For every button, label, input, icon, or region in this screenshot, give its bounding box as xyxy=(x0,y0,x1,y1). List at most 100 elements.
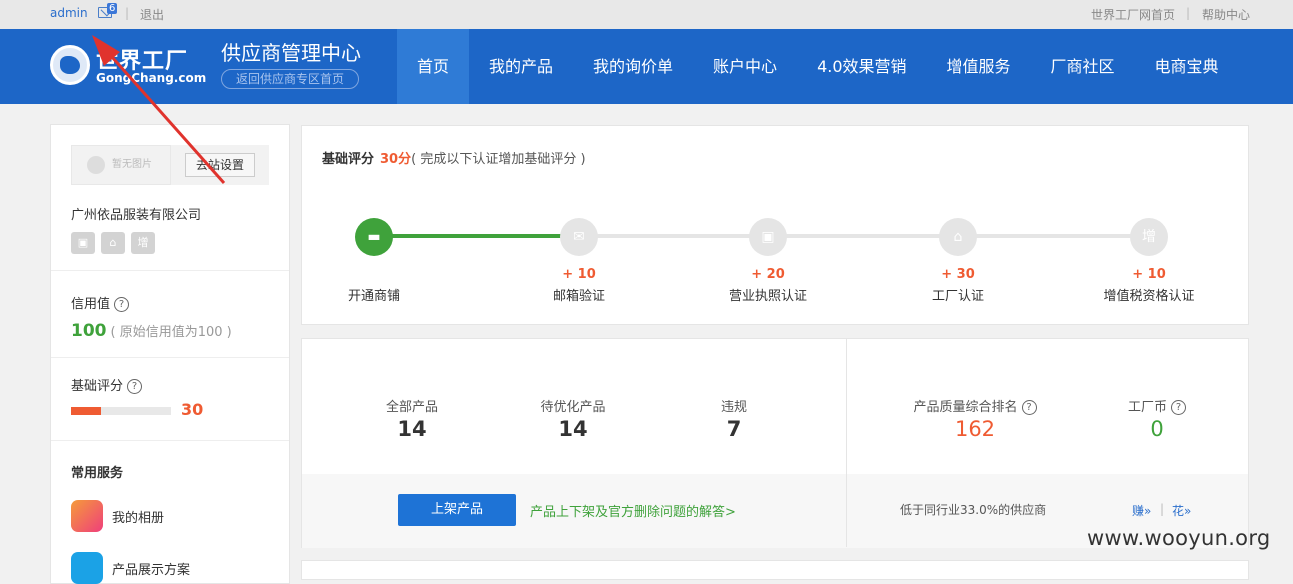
product-faq-link[interactable]: 产品上下架及官方删除问题的解答> xyxy=(530,501,736,520)
basic-score-value: 30分 xyxy=(380,152,412,167)
factory-icon: ⌂ xyxy=(939,218,977,256)
license-icon: ▣ xyxy=(749,218,787,256)
nav-item[interactable]: 电商宝典 xyxy=(1135,29,1239,104)
nav-item[interactable]: 首页 xyxy=(397,29,470,104)
coin-label: 工厂币 xyxy=(1127,400,1167,415)
rank-value: 162 xyxy=(954,417,996,441)
score-label: 基础评分 xyxy=(71,379,124,394)
step-business-license[interactable]: ▣ + 20 营业执照认证 xyxy=(698,218,838,304)
basic-score-note: ( 完成以下认证增加基础评分 ) xyxy=(411,152,586,167)
nav-item[interactable]: 增值服务 xyxy=(927,29,1031,104)
photo-album-icon xyxy=(71,500,103,532)
services-title: 常用服务 xyxy=(71,466,124,481)
divider xyxy=(846,339,847,547)
step-email-verify[interactable]: ✉ + 10 邮箱验证 xyxy=(509,218,649,304)
factory-icon[interactable]: ⌂ xyxy=(101,232,125,254)
nav-item[interactable]: 厂商社区 xyxy=(1031,29,1135,104)
mail-icon: ✉ xyxy=(560,218,598,256)
stat-value: 7 xyxy=(726,417,742,441)
help-question-icon[interactable]: ? xyxy=(1171,400,1186,415)
score-progress-bar xyxy=(71,407,171,415)
nav-item[interactable]: 4.0效果营销 xyxy=(797,29,926,104)
step-points xyxy=(304,267,444,285)
main-nav: 首页 我的产品 我的询价单 账户中心 4.0效果营销 增值服务 厂商社区 电商宝典 xyxy=(397,29,1239,104)
site-settings-button[interactable]: 去站设置 xyxy=(185,153,255,177)
service-item-album[interactable]: 我的相册 xyxy=(71,500,164,532)
main-header: 世界工厂 GongChang.com 供应商管理中心 返回供应商专区首页 首页我… xyxy=(0,29,1293,104)
nav-item[interactable]: 我的产品 xyxy=(469,29,573,104)
step-factory-cert[interactable]: ⌂ + 30 工厂认证 xyxy=(888,218,1028,304)
basic-score-panel: 基础评分 30分( 完成以下认证增加基础评分 ) ▬ 开通商铺 ✉ + 10 邮箱… xyxy=(301,125,1249,325)
site-home-link[interactable]: 世界工厂网首页 xyxy=(1091,6,1175,23)
step-open-shop[interactable]: ▬ 开通商铺 xyxy=(304,218,444,304)
step-points: + 20 xyxy=(751,267,785,282)
credit-value-row: 100( 原始信用值为100 ) xyxy=(71,321,232,341)
separator: | xyxy=(1186,6,1191,20)
username-link[interactable]: admin xyxy=(50,6,88,20)
stat-quality-rank: 产品质量综合排名? 162 xyxy=(885,396,1065,441)
step-points: + 10 xyxy=(1132,267,1166,282)
logout-link[interactable]: 退出 xyxy=(140,6,164,23)
stat-label: 违规 xyxy=(720,400,747,415)
stat-label: 待优化产品 xyxy=(540,400,606,415)
watermark-text: www.wooyun.org xyxy=(1087,526,1271,550)
back-to-supplier-home-link[interactable]: 返回供应商专区首页 xyxy=(221,69,360,89)
certification-icons: ▣ ⌂ 增 xyxy=(71,232,155,254)
mail-count-badge[interactable]: 6 xyxy=(107,3,118,14)
separator: | xyxy=(1160,502,1165,516)
vat-icon[interactable]: 增 xyxy=(131,232,155,254)
score-label-row: 基础评分? xyxy=(71,375,143,394)
company-name: 广州依品服装有限公司 xyxy=(71,208,202,223)
top-bar: admin 6 | 退出 世界工厂网首页 | 帮助中心 xyxy=(0,0,1293,29)
divider xyxy=(51,440,289,441)
step-vat-cert[interactable]: 增 + 10 增值税资格认证 xyxy=(1079,218,1219,304)
credit-value: 100 xyxy=(71,321,107,341)
supplier-center-title-block: 供应商管理中心 返回供应商专区首页 xyxy=(221,40,361,89)
no-image-icon xyxy=(87,156,105,174)
stat-value: 14 xyxy=(397,417,427,441)
coin-value: 0 xyxy=(1150,417,1164,441)
list-product-button[interactable]: 上架产品 xyxy=(398,494,516,526)
stat-pending-optimization[interactable]: 待优化产品 14 xyxy=(503,396,643,441)
stat-label: 全部产品 xyxy=(385,400,438,415)
credit-note: ( 原始信用值为100 ) xyxy=(110,325,232,340)
site-logo[interactable]: 世界工厂 GongChang.com xyxy=(50,43,210,89)
credit-label: 信用值 xyxy=(71,297,111,312)
no-image-text: 暂无图片 xyxy=(112,159,152,170)
score-value: 30 xyxy=(181,400,204,419)
step-label: 工厂认证 xyxy=(931,289,984,304)
service-label: 我的相册 xyxy=(112,510,165,526)
logo-text-en: GongChang.com xyxy=(96,71,207,85)
basic-score-heading: 基础评分 30分( 完成以下认证增加基础评分 ) xyxy=(322,148,586,167)
earn-coins-link[interactable]: 赚» xyxy=(1132,502,1151,519)
help-question-icon[interactable]: ? xyxy=(1021,400,1037,415)
account-sidebar: 暂无图片 去站设置 广州依品服装有限公司 ▣ ⌂ 增 信用值? 100( 原始信… xyxy=(50,124,290,584)
step-points: + 30 xyxy=(941,267,975,282)
help-center-link[interactable]: 帮助中心 xyxy=(1202,6,1250,23)
rank-note: 低于同行业33.0%的供应商 xyxy=(900,503,1047,517)
stat-factory-coins: 工厂币? 0 xyxy=(1087,396,1227,441)
rank-label: 产品质量综合排名 xyxy=(913,400,1018,415)
stat-violations[interactable]: 违规 7 xyxy=(664,396,804,441)
site-settings-box: 去站设置 xyxy=(171,145,269,185)
separator: | xyxy=(125,6,130,20)
license-icon[interactable]: ▣ xyxy=(71,232,95,254)
service-label: 产品展示方案 xyxy=(112,562,191,578)
shop-image-placeholder: 暂无图片 xyxy=(71,145,171,185)
supplier-center-title: 供应商管理中心 xyxy=(221,41,361,65)
nav-item[interactable]: 我的询价单 xyxy=(573,29,693,104)
step-label: 增值税资格认证 xyxy=(1103,289,1195,304)
basic-score-title: 基础评分 xyxy=(322,152,375,167)
next-panel xyxy=(301,560,1249,580)
nav-item[interactable]: 账户中心 xyxy=(693,29,797,104)
step-label: 开通商铺 xyxy=(347,289,400,304)
service-item-showcase[interactable]: 产品展示方案 xyxy=(71,552,190,584)
divider xyxy=(51,270,289,271)
vat-icon: 增 xyxy=(1130,218,1168,256)
help-question-icon[interactable]: ? xyxy=(127,379,143,394)
step-label: 营业执照认证 xyxy=(728,289,807,304)
product-showcase-icon xyxy=(71,552,103,584)
spend-coins-link[interactable]: 花» xyxy=(1172,502,1191,519)
help-question-icon[interactable]: ? xyxy=(114,297,130,312)
stat-all-products[interactable]: 全部产品 14 xyxy=(342,396,482,441)
